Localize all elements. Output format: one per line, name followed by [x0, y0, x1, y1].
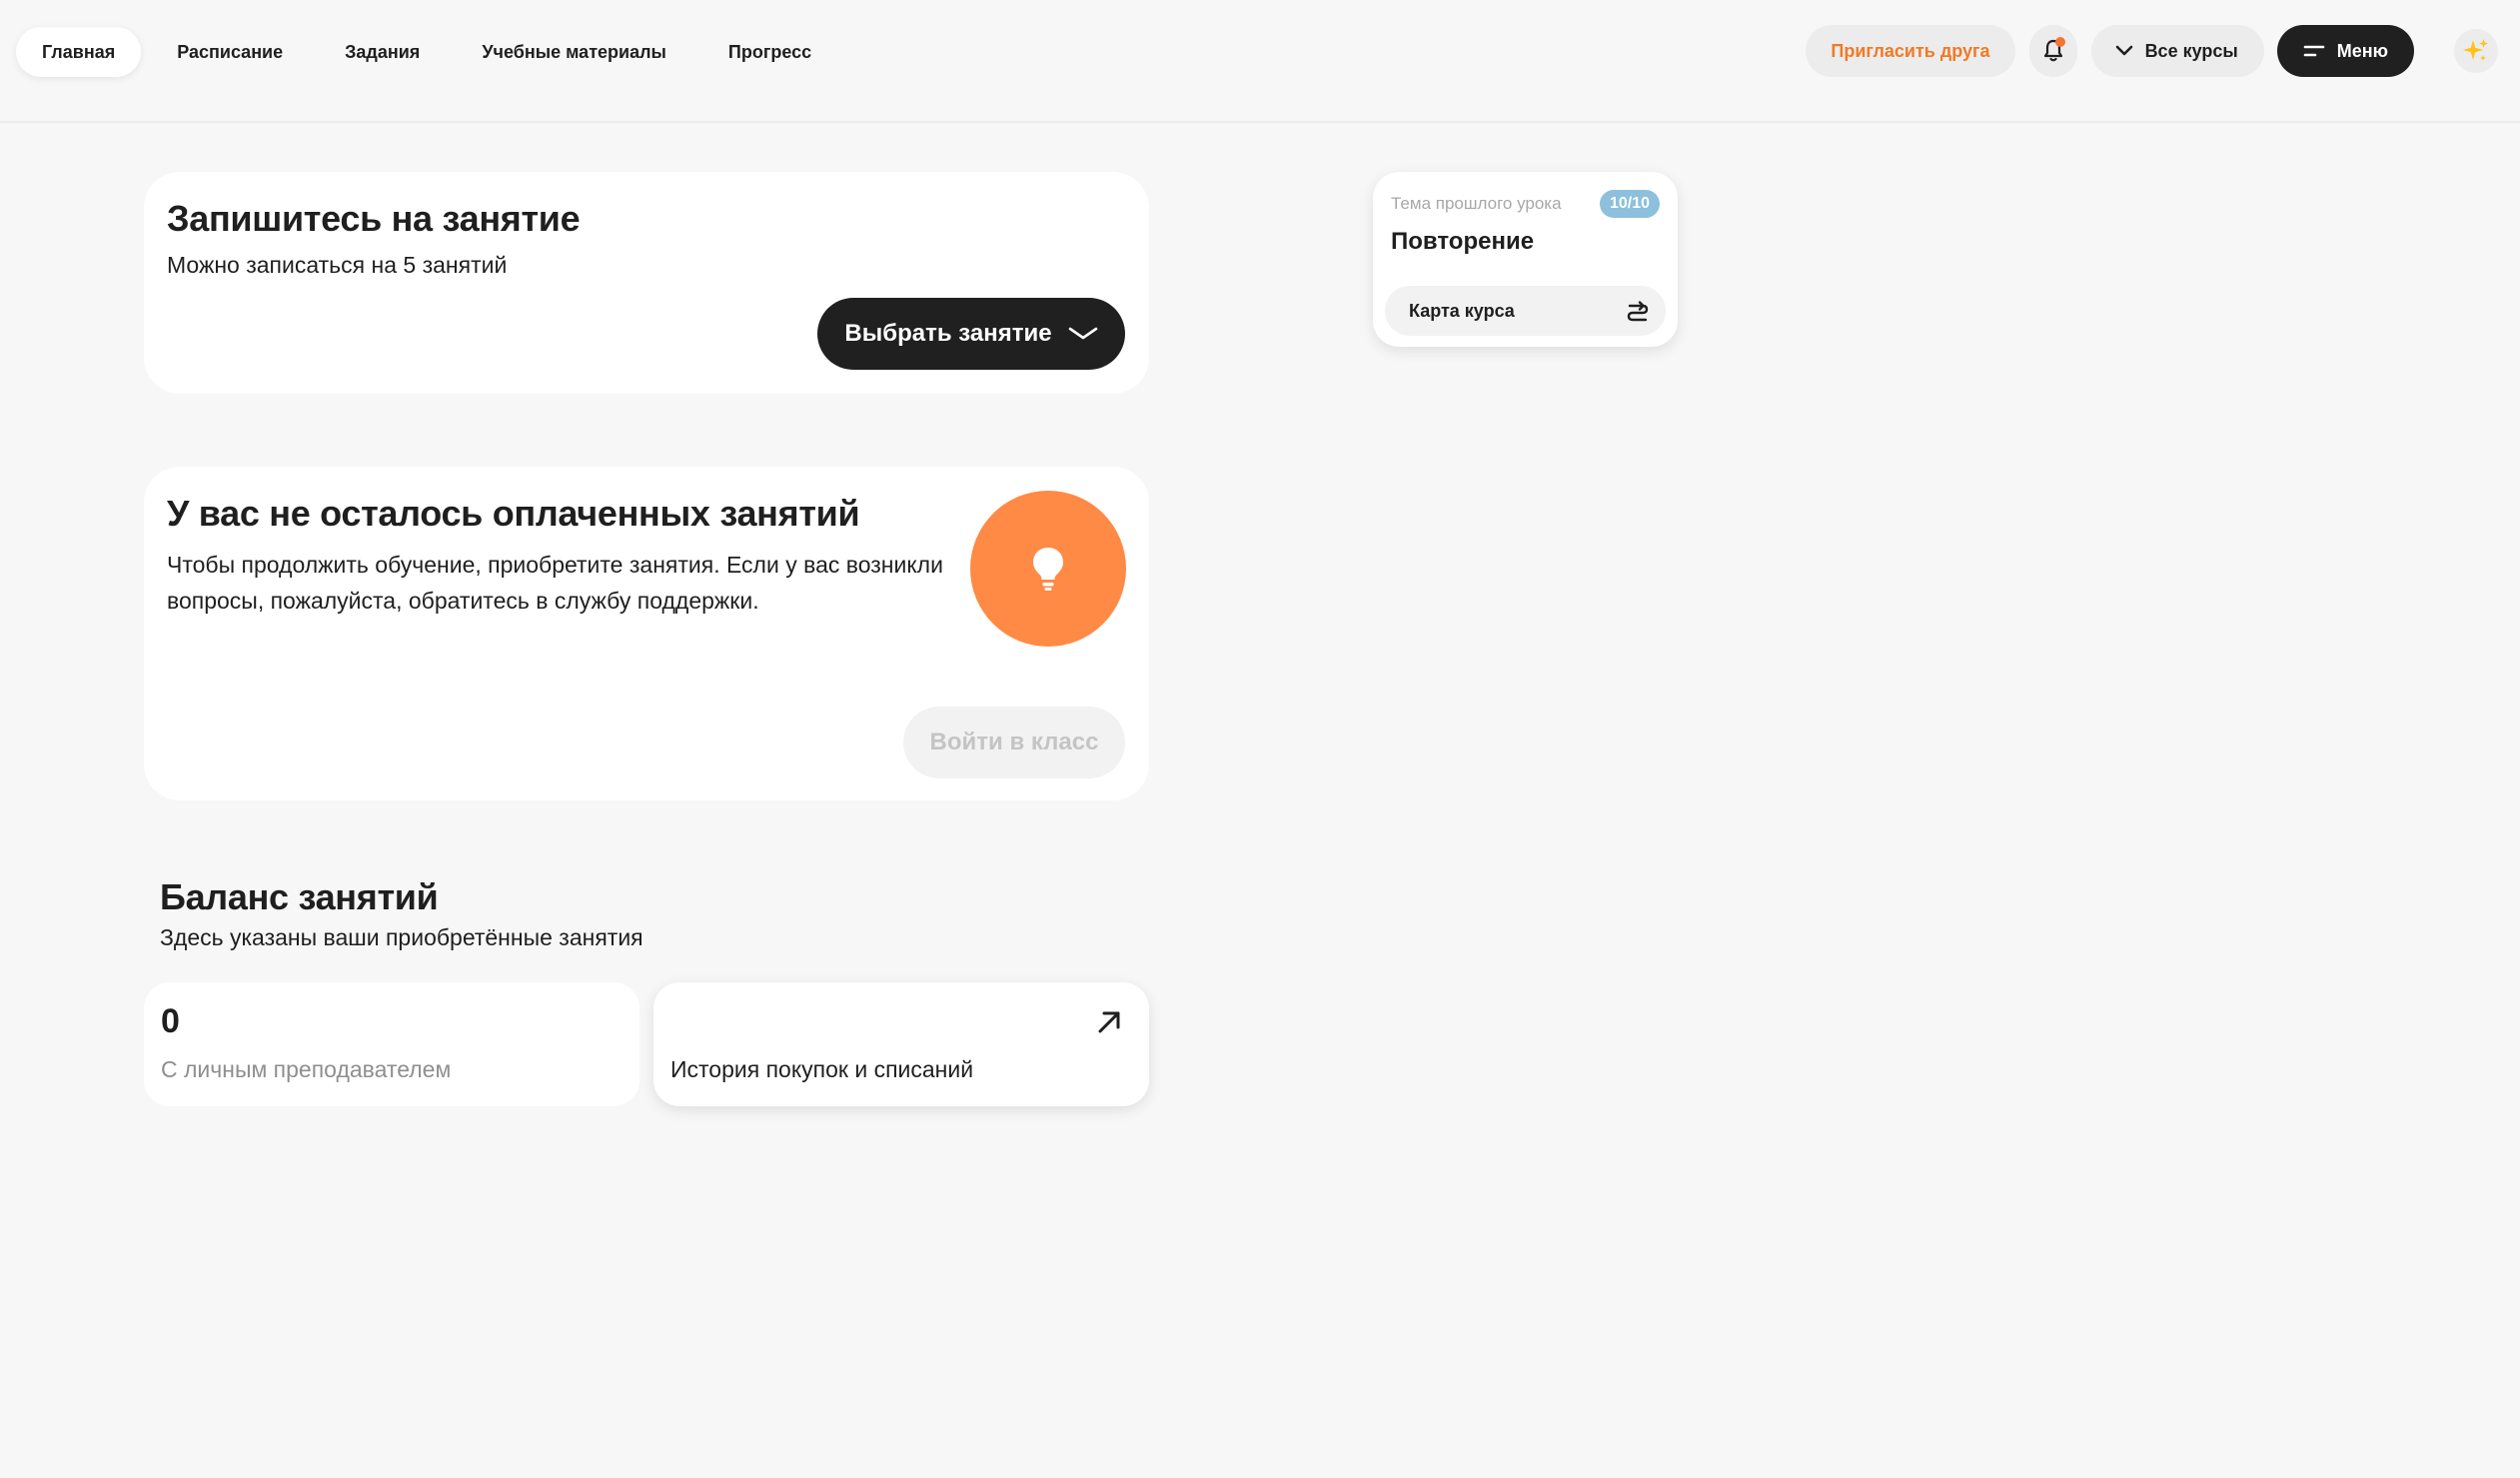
main-nav: Главная Расписание Задания Учебные матер…: [16, 27, 847, 77]
signup-subtitle: Можно записаться на 5 занятий: [167, 252, 508, 278]
no-paid-text: Чтобы продолжить обучение, приобретите з…: [167, 552, 943, 614]
course-map-button[interactable]: Карта курса: [1385, 286, 1666, 336]
invite-friend-button[interactable]: Пригласить друга: [1806, 25, 2015, 77]
balance-subtitle: Здесь указаны ваши приобретённые занятия: [160, 924, 643, 950]
no-paid-title: У вас не осталось оплаченных занятий: [167, 493, 860, 534]
notification-dot: [2054, 37, 2065, 47]
purchase-history-card[interactable]: История покупок и списаний: [653, 982, 1149, 1106]
nav-item-home[interactable]: Главная: [16, 27, 142, 77]
choose-lesson-label: Выбрать занятие: [844, 320, 1052, 347]
purchase-history-label: История покупок и списаний: [670, 1056, 974, 1082]
signup-title: Запишитесь на занятие: [167, 198, 581, 239]
chevron-down-icon: [1068, 327, 1097, 340]
lightbulb-badge: [970, 491, 1126, 647]
route-icon: [1627, 301, 1649, 322]
chevron-down-icon: [2115, 45, 2132, 56]
ai-assistant-button[interactable]: [2454, 29, 2498, 73]
nav-item-tasks[interactable]: Задания: [319, 27, 446, 77]
all-courses-label: Все курсы: [2144, 40, 2238, 61]
menu-button[interactable]: Меню: [2276, 25, 2414, 77]
enter-class-button[interactable]: Войти в класс: [903, 707, 1125, 778]
balance-count-card: 0 С личным преподавателем: [144, 982, 639, 1106]
lightbulb-icon: [1033, 548, 1063, 591]
nav-item-schedule[interactable]: Расписание: [151, 27, 309, 77]
score-badge: 10/10: [1599, 190, 1660, 218]
no-paid-lessons-card: У вас не осталось оплаченных занятий Что…: [144, 467, 1149, 800]
top-header: Главная Расписание Задания Учебные матер…: [0, 0, 2520, 123]
all-courses-dropdown[interactable]: Все курсы: [2090, 25, 2264, 77]
last-lesson-caption: Тема прошлого урока: [1391, 194, 1562, 213]
menu-icon: [2303, 45, 2325, 57]
balance-title: Баланс занятий: [160, 876, 439, 917]
nav-item-progress[interactable]: Прогресс: [702, 27, 837, 77]
notifications-button[interactable]: [2028, 25, 2077, 77]
last-lesson-card: Тема прошлого урока 10/10 Повторение Кар…: [1373, 172, 1678, 347]
arrow-up-right-icon: [1098, 1011, 1120, 1033]
balance-count-label: С личным преподавателем: [161, 1056, 452, 1082]
choose-lesson-button[interactable]: Выбрать занятие: [817, 298, 1125, 370]
balance-count: 0: [161, 1002, 180, 1040]
menu-label: Меню: [2336, 40, 2388, 61]
header-actions: Пригласить друга Все курсы Меню: [1806, 25, 2498, 77]
sparkle-icon: [2463, 39, 2488, 61]
nav-item-materials[interactable]: Учебные материалы: [456, 27, 692, 77]
signup-card: Запишитесь на занятие Можно записаться н…: [144, 172, 1149, 394]
course-map-label: Карта курса: [1409, 300, 1515, 321]
last-lesson-name: Повторение: [1391, 228, 1535, 255]
